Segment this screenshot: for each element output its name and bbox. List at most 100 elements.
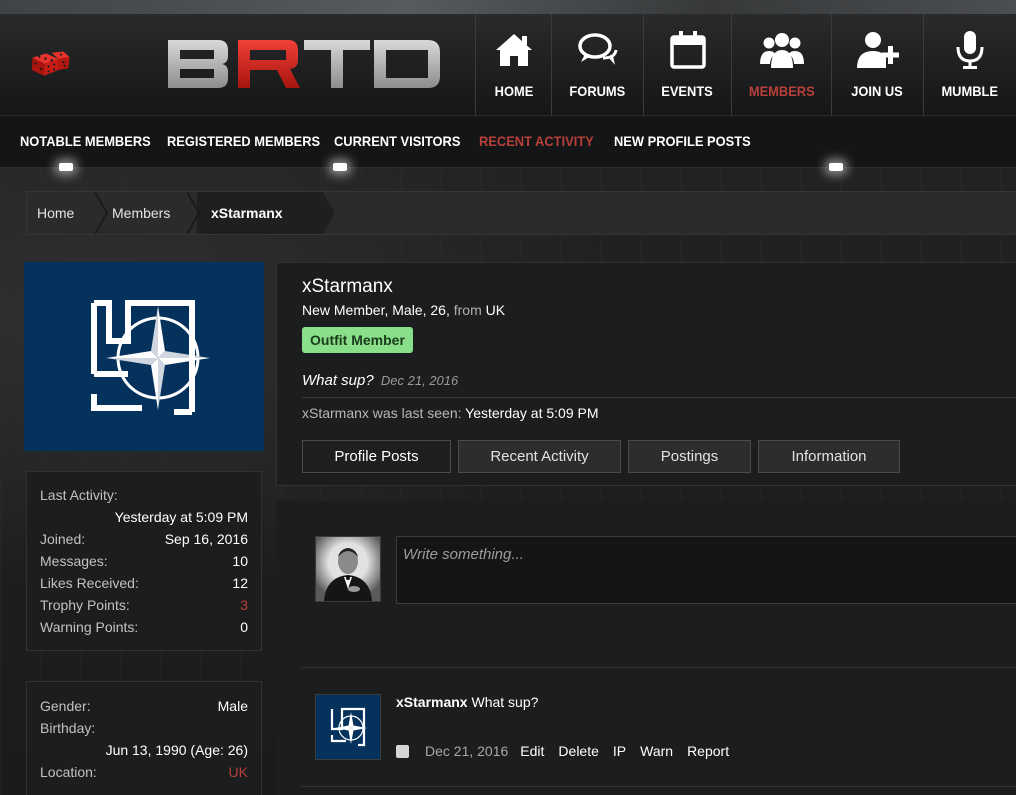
info-birthday: Birthday: xyxy=(40,720,248,736)
tab-recent-activity[interactable]: Recent Activity xyxy=(458,440,621,473)
profile-avatar[interactable] xyxy=(24,262,264,451)
info-label: Birthday: xyxy=(40,720,96,736)
breadcrumb: Home Members xStarmanx xyxy=(26,191,1016,235)
member-info-panel: Gender: Male Birthday: Jun 13, 1990 (Age… xyxy=(26,681,262,795)
user-plus-icon xyxy=(856,32,899,68)
post-select-checkbox[interactable] xyxy=(396,744,409,758)
post-text: What sup? xyxy=(471,694,539,710)
nav-label: FORUMS xyxy=(569,83,626,99)
ceiling-light xyxy=(829,163,843,171)
divider xyxy=(301,786,1016,787)
stat-value: 12 xyxy=(232,575,248,591)
stat-label: Last Activity: xyxy=(40,487,118,503)
stat-messages: Messages: 10 xyxy=(40,553,248,569)
subnav-current-visitors[interactable]: CURRENT VISITORS xyxy=(334,133,460,149)
brto-wordmark[interactable] xyxy=(166,38,442,90)
profile-status: What sup? Dec 21, 2016 xyxy=(302,372,458,389)
nato-star-emblem-icon xyxy=(330,707,367,747)
nav-label: MEMBERS xyxy=(748,83,815,99)
tab-profile-posts[interactable]: Profile Posts xyxy=(302,440,451,473)
nato-star-emblem-icon xyxy=(91,300,210,415)
subnav-recent-activity[interactable]: RECENT ACTIVITY xyxy=(479,133,594,149)
calendar-icon xyxy=(669,31,706,69)
profile-tabs: Profile Posts Recent Activity Postings I… xyxy=(302,440,900,473)
chat-bubbles-icon xyxy=(577,33,617,65)
stat-last-activity: Last Activity: xyxy=(40,487,248,503)
profile-meta: New Member, Male, 26, from UK xyxy=(302,302,505,318)
subnav-new-profile-posts[interactable]: NEW PROFILE POSTS xyxy=(614,133,751,149)
post-actions: Dec 21, 2016 Edit Delete IP Warn Report xyxy=(396,743,743,759)
microphone-icon xyxy=(956,31,983,69)
ceiling-light xyxy=(59,163,73,171)
profile-header: xStarmanx New Member, Male, 26, from UK … xyxy=(276,262,1016,486)
nav-label: EVENTS xyxy=(661,83,714,99)
tab-postings[interactable]: Postings xyxy=(628,440,751,473)
stat-label: Warning Points: xyxy=(40,619,139,635)
info-value-link[interactable]: UK xyxy=(229,764,248,780)
last-seen-label: xStarmanx was last seen: xyxy=(302,405,462,421)
divider xyxy=(301,667,1016,668)
home-icon xyxy=(495,34,532,66)
user-title-badge: Outfit Member xyxy=(302,327,413,353)
post-delete-link[interactable]: Delete xyxy=(558,743,598,759)
stat-value: 0 xyxy=(240,619,248,635)
profile-meta-text: New Member, Male, 26, xyxy=(302,302,450,318)
profile-location-link[interactable]: UK xyxy=(486,302,505,318)
stat-label: Likes Received: xyxy=(40,575,139,591)
profile-post-input[interactable]: Write something... xyxy=(396,536,1016,604)
dice-logo-icon[interactable] xyxy=(30,22,160,104)
info-gender: Gender: Male xyxy=(40,698,248,714)
status-date[interactable]: Dec 21, 2016 xyxy=(381,373,458,388)
post-ip-link[interactable]: IP xyxy=(613,743,626,759)
main-nav: HOME FORUMS EVENTS MEMBERS JOIN US MUMBL… xyxy=(475,14,1015,115)
nav-mumble[interactable]: MUMBLE xyxy=(923,14,1015,115)
profile-username: xStarmanx xyxy=(302,276,393,297)
nav-members[interactable]: MEMBERS xyxy=(731,14,831,115)
nav-forums[interactable]: FORUMS xyxy=(551,14,643,115)
stat-value-link[interactable]: 3 xyxy=(240,597,248,613)
stat-likes: Likes Received: 12 xyxy=(40,575,248,591)
info-location: Location: UK xyxy=(40,764,248,780)
info-value: Male xyxy=(217,698,248,714)
post-report-link[interactable]: Report xyxy=(687,743,729,759)
last-seen: xStarmanx was last seen: Yesterday at 5:… xyxy=(302,405,599,421)
site-header: HOME FORUMS EVENTS MEMBERS JOIN US MUMBL… xyxy=(0,0,1016,115)
nav-events[interactable]: EVENTS xyxy=(643,14,731,115)
subnav-notable-members[interactable]: NOTABLE MEMBERS xyxy=(20,133,151,149)
breadcrumb-separator-icon xyxy=(187,192,201,234)
nav-join-us[interactable]: JOIN US xyxy=(831,14,923,115)
profile-posts-area: Write something... xStarmanx What sup? D… xyxy=(276,501,1016,795)
group-icon xyxy=(759,33,804,68)
post-edit-link[interactable]: Edit xyxy=(520,743,544,759)
divider xyxy=(302,397,1016,398)
breadcrumb-arrow-icon xyxy=(323,192,335,234)
current-user-avatar[interactable] xyxy=(315,536,381,602)
sub-nav: NOTABLE MEMBERS REGISTERED MEMBERS CURRE… xyxy=(0,115,1016,168)
stat-label: Trophy Points: xyxy=(40,597,130,613)
user-photo xyxy=(316,537,380,601)
tab-information[interactable]: Information xyxy=(758,440,900,473)
breadcrumb-separator-icon xyxy=(95,192,109,234)
post-author-avatar[interactable] xyxy=(315,694,381,760)
breadcrumb-members[interactable]: Members xyxy=(112,205,170,221)
header-strip xyxy=(0,0,1016,14)
nav-label: HOME xyxy=(494,83,533,99)
post-author-link[interactable]: xStarmanx xyxy=(396,694,468,710)
breadcrumb-home[interactable]: Home xyxy=(37,205,74,221)
post-date[interactable]: Dec 21, 2016 xyxy=(425,743,508,759)
nav-home[interactable]: HOME xyxy=(475,14,551,115)
stat-label: Messages: xyxy=(40,553,108,569)
stat-warning-points: Warning Points: 0 xyxy=(40,619,248,635)
breadcrumb-current[interactable]: xStarmanx xyxy=(211,205,283,221)
post-warn-link[interactable]: Warn xyxy=(640,743,673,759)
info-label: Location: xyxy=(40,764,97,780)
stat-value: Sep 16, 2016 xyxy=(164,531,248,547)
subnav-registered-members[interactable]: REGISTERED MEMBERS xyxy=(167,133,320,149)
post-content: xStarmanx What sup? xyxy=(396,694,538,710)
stat-value[interactable]: 10 xyxy=(232,553,248,569)
composer-placeholder: Write something... xyxy=(403,546,524,563)
nav-label: MUMBLE xyxy=(941,83,998,99)
info-label: Gender: xyxy=(40,698,91,714)
stat-label: Joined: xyxy=(40,531,86,547)
nav-label: JOIN US xyxy=(851,83,904,99)
